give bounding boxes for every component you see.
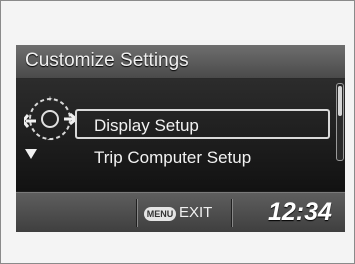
scrollbar[interactable] (336, 83, 344, 161)
divider (136, 199, 137, 227)
svg-text:−: − (47, 135, 53, 145)
menu-item-label: Trip Computer Setup (94, 148, 252, 167)
exit-label[interactable]: EXIT (179, 204, 212, 221)
bottom-bar: MENU EXIT 12:34 (16, 192, 345, 232)
menu-button-icon[interactable]: MENU (144, 207, 176, 221)
down-arrow-icon (25, 149, 37, 159)
figure-frame: Customize Settings + − Display Setup Tri… (0, 0, 355, 264)
menu-item-trip-computer-setup[interactable]: Trip Computer Setup (75, 143, 251, 173)
clock: 12:34 (268, 198, 332, 226)
divider (231, 199, 232, 227)
page-title: Customize Settings (25, 50, 189, 71)
menu-area: + − Display Setup Trip Computer Setup (16, 79, 345, 191)
svg-text:+: + (47, 94, 52, 104)
menu-item-display-setup[interactable]: Display Setup (75, 109, 330, 139)
display-screen: Customize Settings + − Display Setup Tri… (16, 45, 345, 232)
selector-dial-icon[interactable]: + − (24, 93, 76, 145)
menu-item-label: Display Setup (94, 116, 199, 135)
title-bar: Customize Settings (16, 45, 345, 79)
scroll-thumb[interactable] (338, 86, 342, 116)
